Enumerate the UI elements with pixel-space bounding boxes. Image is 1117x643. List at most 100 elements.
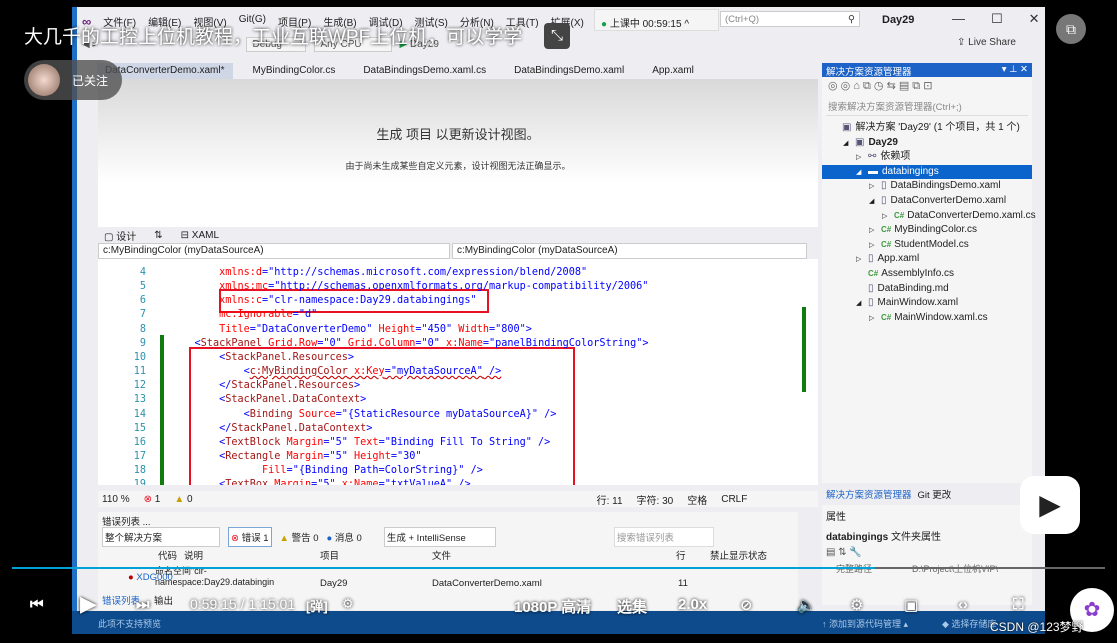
live-share-button[interactable]: ⇪ Live Share — [957, 37, 1016, 48]
select-repo-button[interactable]: ◆ 选择存储库 — [942, 617, 996, 630]
tab-design[interactable]: ▢ 设计 — [104, 228, 136, 243]
expand-arrow-icon[interactable]: ▷ — [856, 253, 868, 268]
column-header[interactable]: 禁止显示状态 — [710, 548, 767, 562]
expand-arrow-icon[interactable]: ▷ — [869, 224, 881, 239]
tree-item[interactable]: ◢ ▯ MainWindow.xaml — [822, 296, 1032, 311]
tree-item-label: Day29 — [868, 136, 898, 148]
xaml-icon: ▯ — [868, 253, 874, 265]
code-token: < — [170, 337, 201, 349]
tab-document[interactable]: DataBindingsDemo.xaml.cs — [355, 63, 494, 79]
scope-select[interactable]: 整个解决方案 — [102, 527, 220, 547]
column-header[interactable]: 项目 — [320, 548, 339, 562]
code-token: Title — [170, 323, 250, 335]
tab-git-changes[interactable]: Git 更改 — [918, 487, 952, 501]
code-token: /> — [464, 465, 483, 477]
code-token: </ — [170, 380, 232, 392]
tree-item[interactable]: ▷ C# DataConverterDemo.xaml.cs — [822, 209, 1036, 225]
episodes-button[interactable]: 选集 — [617, 596, 647, 617]
danmaku-toggle-icon[interactable]: [弹] — [306, 596, 328, 615]
line-number: 5 — [139, 281, 146, 293]
close-button[interactable]: ✕ — [1029, 11, 1040, 27]
warning-count[interactable]: ▲ 0 — [174, 494, 192, 505]
tree-item[interactable]: ◢ ▯ DataConverterDemo.xaml — [822, 194, 1032, 209]
add-source-control-button[interactable]: ↑ 添加到源代码管理 ▴ — [822, 617, 908, 630]
expand-arrow-icon[interactable]: ◢ — [856, 166, 868, 181]
settings-icon[interactable]: ⚙ — [850, 596, 863, 614]
tab-document[interactable]: App.xaml — [644, 63, 702, 79]
tree-item-label: 依赖项 — [880, 151, 911, 163]
expand-arrow-icon[interactable]: ▷ — [869, 312, 881, 327]
cs-icon: C# — [894, 210, 905, 220]
tree-item[interactable]: ▣ 解决方案 'Day29' (1 个项目，共 1 个) — [822, 121, 1032, 136]
error-count[interactable]: ⊗ 1 — [144, 494, 161, 505]
fullscreen-icon[interactable]: ⛶ — [1013, 596, 1024, 613]
quality-button[interactable]: 1080P 高清 — [514, 596, 591, 617]
speed-button[interactable]: 2.0x — [678, 596, 707, 613]
volume-icon[interactable]: 🔈 — [797, 596, 816, 614]
tab-output[interactable]: 输出 — [154, 593, 173, 607]
tree-item[interactable]: ▷ ▯ DataBindingsDemo.xaml — [822, 179, 1032, 194]
maximize-button[interactable]: ☐ — [991, 11, 1003, 27]
expand-arrow-icon[interactable]: ◢ — [843, 137, 855, 152]
play-button[interactable]: ▶ — [80, 591, 97, 617]
next-button[interactable]: ⏭ — [136, 596, 150, 613]
zoom-level[interactable]: 110 % — [102, 494, 130, 505]
share-icon[interactable]: ⧉ — [1056, 14, 1086, 44]
properties-kind: 文件夹属性 — [891, 532, 942, 543]
expand-arrow-icon[interactable]: ◢ — [869, 195, 881, 210]
column-header[interactable]: 文件 — [432, 548, 451, 562]
solution-toolbar[interactable]: ◎ ◎ ⌂ ⧉ ◷ ⇆ ▤ ⧉ ⊡ — [822, 77, 1032, 95]
tree-item[interactable]: ▷ C# MainWindow.xaml.cs — [822, 311, 1032, 326]
progress-bar[interactable] — [12, 567, 1105, 569]
exit-fullscreen-icon[interactable]: ⤡ — [544, 23, 570, 49]
solution-search-input[interactable]: 搜索解决方案资源管理器(Ctrl+;) — [826, 97, 1028, 116]
sln-icon: ▣ — [842, 122, 852, 133]
code-line: Fill="{Binding Path=ColorString}" /> — [170, 465, 483, 476]
follow-pill[interactable]: 已关注 — [24, 60, 122, 100]
pip-icon[interactable]: ▣ — [904, 596, 918, 614]
subtitle-icon[interactable]: ⊘ — [740, 596, 753, 614]
expand-arrow-icon[interactable]: ▷ — [882, 210, 894, 225]
member-dropdown[interactable]: c:MyBindingColor (myDataSourceA) — [452, 243, 807, 259]
code-line: <Rectangle Margin="5" Height="30" — [170, 450, 422, 462]
tab-xaml[interactable]: ⊟ XAML — [181, 230, 219, 241]
tree-item[interactable]: ▷ ⚯ 依赖项 — [822, 150, 1032, 165]
tree-item[interactable]: ▷ C# MyBindingColor.cs — [822, 223, 1032, 238]
tree-item[interactable]: C# AssemblyInfo.cs — [822, 267, 1032, 282]
expand-arrow-icon[interactable]: ▷ — [869, 239, 881, 254]
column-header[interactable]: 说明 — [184, 548, 203, 562]
search-input[interactable]: (Ctrl+Q) ⚲ — [720, 11, 860, 27]
tab-solution-explorer[interactable]: 解决方案资源管理器 — [826, 487, 912, 501]
element-dropdown[interactable]: c:MyBindingColor (myDataSourceA) — [98, 243, 450, 259]
expand-arrow-icon[interactable]: ◢ — [856, 297, 868, 312]
error-search-input[interactable]: 搜索错误列表 — [613, 527, 714, 547]
play-center-icon[interactable]: ▶ — [1020, 476, 1080, 534]
tab-document[interactable]: MyBindingColor.cs — [245, 63, 344, 79]
danmaku-settings-icon[interactable]: ⚙ — [342, 596, 354, 612]
tree-item[interactable]: ▯ DataBinding.md — [822, 282, 1032, 297]
source-select[interactable]: 生成 + IntelliSense — [383, 527, 496, 547]
messages-filter[interactable]: ● 消息 0 — [327, 530, 362, 544]
warnings-filter[interactable]: ▲ 警告 0 — [280, 530, 319, 544]
swap-panes-button[interactable]: ⇅ — [154, 230, 162, 241]
properties-toolbar[interactable]: ▤ ⇅ 🔧 — [822, 545, 1032, 560]
code-editor[interactable]: 4 xmlns:d="http://schemas.microsoft.com/… — [98, 259, 818, 485]
column-header[interactable]: 代码 — [158, 548, 177, 562]
minimize-button[interactable]: — — [952, 11, 965, 27]
tree-item[interactable]: ▷ C# StudentModel.cs — [822, 238, 1032, 253]
code-token: > — [642, 337, 649, 349]
code-token: "30" — [396, 450, 422, 462]
live-badge[interactable]: ● 上课中 00:59:15 ^ — [594, 9, 719, 31]
prev-button[interactable]: ⏮ — [30, 596, 44, 613]
tree-item[interactable]: ◢ ▬ databingings — [822, 164, 1032, 181]
tree-item[interactable]: ▷ ▯ App.xaml — [822, 252, 1032, 267]
tab-error-list[interactable]: 错误列表 — [102, 593, 140, 607]
code-token: StackPanel.DataContext — [231, 422, 367, 434]
column-header[interactable]: 行 — [676, 548, 686, 562]
expand-arrow-icon[interactable]: ▷ — [856, 151, 868, 166]
errors-filter[interactable]: ⊗ 错误 1 — [228, 527, 272, 547]
expand-arrow-icon[interactable]: ▷ — [869, 180, 881, 195]
widescreen-icon[interactable]: ‹› — [958, 596, 968, 613]
tree-item[interactable]: ◢ ▣ Day29 — [822, 136, 1032, 151]
tab-document[interactable]: DataBindingsDemo.xaml — [506, 63, 632, 79]
